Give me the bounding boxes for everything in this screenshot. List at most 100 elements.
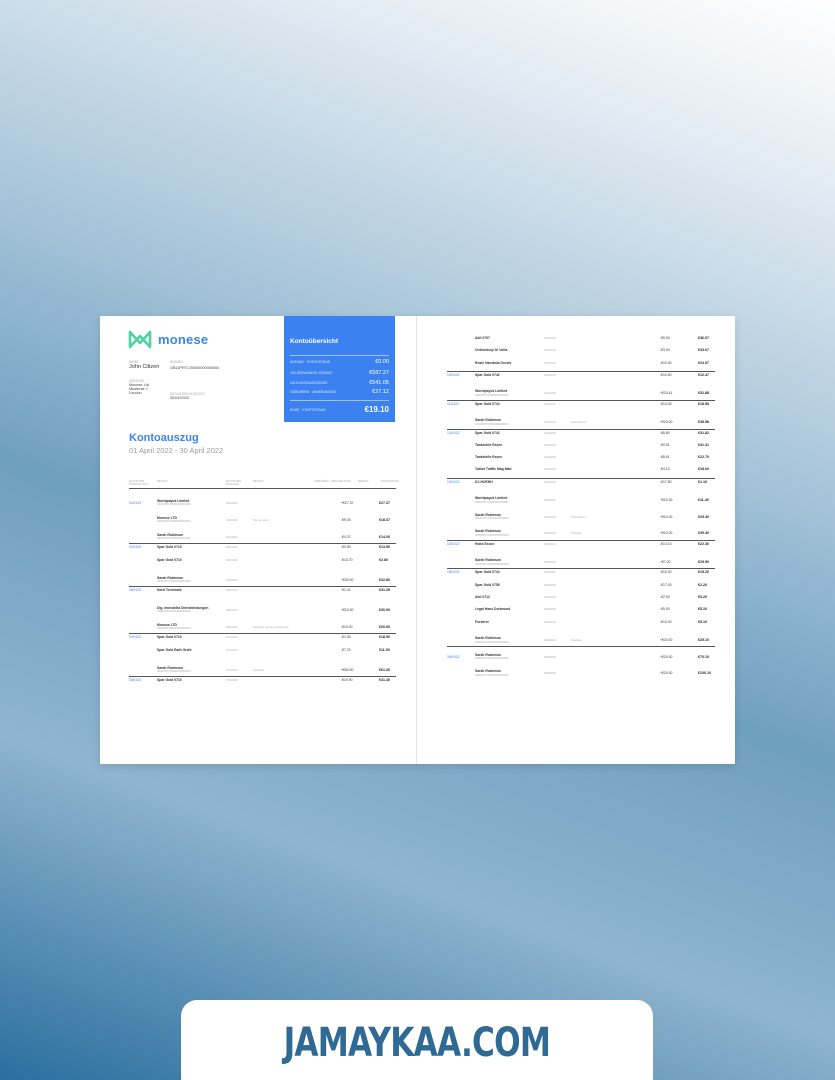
transaction-description: Sarah Robinson bbox=[475, 636, 501, 641]
transaction-description: Spar Gold 0758 bbox=[475, 582, 500, 587]
summary-row: GELDEINGÄNGE GESAMT €587.27 bbox=[290, 370, 389, 376]
booking-date: 12/04/22 bbox=[544, 442, 556, 447]
booking-date: 19/04/22 bbox=[544, 594, 556, 599]
booking-date: 28/04/22 bbox=[544, 654, 556, 659]
booking-date: 01/04/22 bbox=[226, 534, 238, 539]
transaction-reference: GB11PRTC00000000000000 bbox=[157, 537, 191, 540]
transaction-date: 05/04/22 bbox=[129, 588, 142, 592]
running-balance: €25.10 bbox=[698, 638, 709, 643]
transaction-date: 28/04/22 bbox=[447, 654, 460, 659]
running-balance: €30.00 bbox=[379, 607, 390, 612]
running-balance: €22.70 bbox=[698, 455, 709, 460]
table-row-divider bbox=[129, 586, 396, 587]
transaction-date: 08/04/22 bbox=[129, 678, 142, 682]
transaction-description: Spar Gold 0744 bbox=[475, 570, 500, 575]
transaction-amount: +€10.00 bbox=[341, 607, 354, 612]
transaction-amount: -€10.00 bbox=[341, 624, 353, 629]
transaction-note: Festival 2.0 bbox=[571, 420, 587, 425]
booking-date: 19/04/22 bbox=[544, 607, 556, 612]
transaction-description: Monese LTD bbox=[157, 515, 177, 520]
table-row: 28/04/22 Sarah Robinson GB11PRTC0000000000… bbox=[447, 648, 715, 661]
transaction-amount: -€3.00 bbox=[660, 348, 670, 353]
transaction-amount: +€10.00 bbox=[660, 531, 673, 536]
table-row: 05/04/22 Nord Terminals 05/04/22 -€1.41 €31.… bbox=[129, 588, 396, 599]
transaction-reference: GB11PRTC00000000000000 bbox=[157, 627, 191, 630]
transaction-description: Sarah Robinson bbox=[475, 558, 501, 563]
transaction-amount: -€5.00 bbox=[660, 336, 670, 340]
transaction-amount: -€10.70 bbox=[341, 558, 353, 562]
booking-date: 06/04/22 bbox=[226, 624, 238, 629]
booking-date: 07/04/22 bbox=[544, 360, 556, 365]
statement-date-block: DATUM DES AUSZUGS 30/04/2022 bbox=[170, 392, 205, 400]
table-row: Aldi 0707 07/04/22 -€5.00 €36.07 bbox=[447, 336, 715, 347]
account-name-block: NAME John Citizen bbox=[129, 360, 159, 370]
transaction-reference: GB11PRTC00000000000000 bbox=[475, 517, 509, 521]
booking-date: 15/04/22 bbox=[544, 531, 556, 536]
header-balance: KONTOSTAND bbox=[381, 480, 399, 483]
transaction-description: Spar Gold Rath Grahl bbox=[157, 648, 192, 652]
transaction-amount: -€4.37 bbox=[341, 534, 351, 539]
running-balance: €33.07 bbox=[698, 348, 709, 353]
table-row-divider bbox=[447, 539, 715, 540]
transaction-description: DJ-HOENH bbox=[475, 479, 493, 484]
statement-document: monese NAME John Citizen IBAN/BIC GB11PR… bbox=[100, 316, 735, 764]
transaction-amount: +€20.00 bbox=[660, 638, 673, 643]
booking-date: 01/04/22 bbox=[226, 500, 238, 505]
transaction-date: 11/04/22 bbox=[447, 401, 460, 406]
table-row: 11/04/22 Spar Gold 0744 11/04/22 -€14.30 €18… bbox=[447, 402, 715, 413]
transaction-reference: GB11PRTC00000000000000 bbox=[475, 533, 509, 537]
summary-row-value: €587.27 bbox=[369, 370, 389, 376]
table-row-divider bbox=[129, 543, 396, 544]
transaction-amount: +€30.00 bbox=[341, 577, 354, 582]
running-balance: €61.30 bbox=[379, 667, 390, 672]
booking-date: 02/04/22 bbox=[226, 558, 238, 562]
running-balance: €18.60 bbox=[698, 467, 709, 472]
table-row: Monese LTD GB11PRTC00000000000000 01/04/22… bbox=[129, 511, 396, 524]
transaction-amount: -€8.61 bbox=[660, 455, 670, 460]
transaction-description: Legal Haus Dortmund bbox=[475, 607, 511, 612]
table-row-divider bbox=[447, 428, 715, 429]
booking-date: 01/04/22 bbox=[226, 517, 238, 522]
summary-divider bbox=[290, 355, 389, 356]
booking-date: 07/04/22 bbox=[544, 336, 556, 340]
running-balance: €18.37 bbox=[379, 517, 390, 522]
booking-date: 16/04/22 bbox=[544, 541, 556, 546]
watermark-text: JAMAYKAA.COM bbox=[283, 1020, 551, 1066]
table-header-rule bbox=[129, 488, 396, 489]
running-balance: €31.82 bbox=[698, 430, 709, 435]
transaction-amount: -€10.00 bbox=[660, 360, 672, 365]
transaction-description: Aldi 0707 bbox=[475, 336, 490, 340]
running-balance: €1.10 bbox=[698, 479, 707, 484]
transaction-description: Spar Gold 0742 bbox=[475, 430, 500, 435]
transaction-amount: -€13.10 bbox=[660, 541, 672, 546]
booking-date: 10/04/22 bbox=[544, 372, 556, 377]
transaction-amount: +€50.00 bbox=[341, 667, 354, 672]
transaction-amount: +€27.37 bbox=[341, 500, 354, 505]
header-booking-date: DATUM DER BUCHUNG bbox=[226, 480, 242, 486]
header-amount: BETRAG bbox=[358, 480, 369, 483]
running-balance: €2.20 bbox=[698, 582, 707, 587]
transaction-description: Sarah Robinson bbox=[157, 665, 183, 670]
table-row-divider bbox=[129, 633, 396, 634]
booking-date: 13/04/22 bbox=[544, 467, 556, 472]
running-balance: €31.31 bbox=[698, 442, 709, 447]
table-row: Spar Gold Rath Grahl 07/04/22 -€7.20 €11.30 bbox=[129, 648, 396, 659]
running-balance: €31.39 bbox=[379, 588, 390, 592]
transaction-reference: GB11PRTC00000000000000 bbox=[475, 393, 509, 397]
transaction-description: Worldpayuk Limited bbox=[475, 389, 508, 394]
transaction-amount: -€9.00 bbox=[341, 517, 351, 522]
table-row: 16/04/22 Hobs Essen 16/04/22 -€13.10 €22.30 bbox=[447, 542, 715, 553]
booking-date: 07/04/22 bbox=[226, 635, 238, 639]
header-details: DETAILS bbox=[157, 480, 168, 483]
running-balance: €11.30 bbox=[379, 648, 390, 652]
running-balance: €0.20 bbox=[698, 594, 707, 599]
table-row: Sarah Robinson GB11PRTC00000000000000 15/0… bbox=[447, 525, 715, 537]
running-balance: €2.80 bbox=[379, 558, 388, 562]
transaction-description: Spar Gold 0744 bbox=[475, 401, 500, 406]
running-balance: €32.80 bbox=[379, 577, 390, 582]
transaction-reference: GB11PRTC00000000000000 bbox=[475, 500, 509, 504]
booking-date: 02/04/22 bbox=[226, 545, 238, 549]
table-row: Sarah Robinson GB11PRTC00000000000000 20/0… bbox=[447, 632, 715, 644]
transaction-reference: GB11PRTC00000000000000 bbox=[157, 670, 191, 673]
summary-title: Kontoübersicht bbox=[290, 338, 339, 345]
